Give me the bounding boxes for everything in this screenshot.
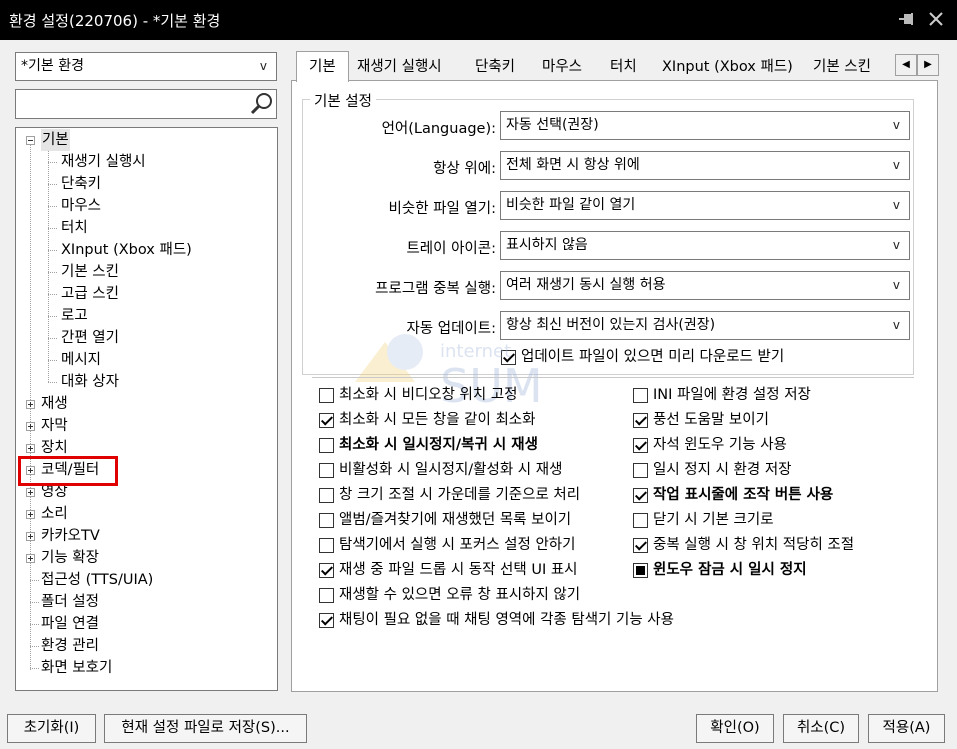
tab-touch[interactable]: 터치	[610, 54, 637, 81]
title-bar: 환경 설정(220706) - *기본 환경	[0, 0, 957, 40]
save-settings-file-button[interactable]: 현재 설정 파일로 저장(S)...	[104, 714, 307, 743]
group-title: 기본 설정	[310, 90, 376, 111]
tab-xinput[interactable]: XInput (Xbox 패드)	[662, 54, 793, 81]
divider	[312, 377, 914, 378]
tree-item[interactable]: 마우스	[61, 195, 101, 217]
tree-item[interactable]: XInput (Xbox 패드)	[61, 239, 192, 261]
chevron-down-icon: v	[259, 59, 267, 73]
checkbox-unchecked	[319, 488, 334, 503]
ok-button[interactable]: 확인(O)	[696, 714, 774, 743]
tree-item[interactable]: 기능 확장	[41, 547, 99, 569]
checkbox-unchecked	[319, 388, 334, 403]
chevron-down-icon: v	[892, 238, 900, 252]
checkbox-checked	[319, 413, 334, 428]
chevron-down-icon: v	[892, 318, 900, 332]
tree-item[interactable]: 대화 상자	[61, 371, 119, 393]
checkbox-unchecked	[319, 588, 334, 603]
window-title: 환경 설정(220706) - *기본 환경	[9, 12, 221, 30]
checkbox-checked	[633, 538, 648, 553]
expand-icon[interactable]	[26, 422, 35, 431]
tab-player-startup[interactable]: 재생기 실행시	[357, 54, 442, 81]
tree-item[interactable]: 간편 열기	[61, 327, 119, 349]
tree-item[interactable]: 폴더 설정	[41, 591, 99, 613]
expand-icon[interactable]	[26, 554, 35, 563]
similar-files-label: 비슷한 파일 열기:	[388, 201, 496, 217]
tree-item[interactable]: 기본	[41, 129, 70, 151]
tray-icon-select[interactable]: 표시하지 않음 v	[500, 231, 910, 260]
tab-bar: 기본 재생기 실행시 단축키 마우스 터치 XInput (Xbox 패드) 기…	[291, 51, 940, 82]
tab-shortcuts[interactable]: 단축키	[475, 54, 515, 81]
tree-item[interactable]: 메시지	[61, 349, 101, 371]
search-box	[15, 89, 277, 119]
language-select[interactable]: 자동 선택(권장) v	[500, 111, 910, 140]
reset-button[interactable]: 초기화(I)	[7, 714, 96, 743]
expand-icon[interactable]	[26, 488, 35, 497]
checkbox-checked	[633, 413, 648, 428]
language-label: 언어(Language):	[381, 121, 496, 137]
tree-item[interactable]: 파일 연결	[41, 613, 99, 635]
auto-update-label: 자동 업데이트:	[406, 321, 496, 337]
chevron-down-icon: v	[892, 198, 900, 212]
tree-item[interactable]: 자막	[41, 415, 68, 437]
tray-icon-label: 트레이 아이콘:	[406, 241, 496, 257]
checkbox-unchecked	[633, 388, 648, 403]
checkbox-unchecked	[633, 463, 648, 478]
tree-item[interactable]: 접근성 (TTS/UIA)	[41, 569, 153, 591]
cancel-button[interactable]: 취소(C)	[783, 714, 859, 743]
similar-files-select[interactable]: 비슷한 파일 같이 열기 v	[500, 191, 910, 220]
collapse-icon[interactable]	[26, 136, 35, 145]
preset-select-value: *기본 환경	[21, 58, 84, 74]
tree-item[interactable]: 기본 스킨	[61, 261, 119, 283]
checkbox-unchecked	[319, 538, 334, 553]
tree-item[interactable]: 소리	[41, 503, 68, 525]
tree-item[interactable]: 로고	[61, 305, 88, 327]
tab-basic-skin[interactable]: 기본 스킨	[813, 54, 871, 81]
apply-button[interactable]: 적용(A)	[868, 714, 945, 743]
tab-basic[interactable]: 기본	[296, 51, 349, 82]
highlight-box	[18, 456, 118, 486]
checkbox-unchecked	[319, 463, 334, 478]
checkbox-checked	[319, 613, 334, 628]
multi-instance-label: 프로그램 중복 실행:	[375, 281, 496, 297]
checkbox-checked	[501, 350, 516, 365]
auto-update-select[interactable]: 항상 최신 버전이 있는지 검사(권장) v	[500, 311, 910, 340]
pin-icon[interactable]	[897, 9, 917, 29]
always-on-top-label: 항상 위에:	[433, 161, 496, 177]
tree-item[interactable]: 고급 스킨	[61, 283, 119, 305]
tab-mouse[interactable]: 마우스	[542, 54, 582, 81]
tab-scroll-right-icon[interactable]: ▶	[917, 54, 939, 76]
tree-item[interactable]: 재생	[41, 393, 68, 415]
search-input[interactable]	[20, 93, 240, 115]
checkbox-checked	[319, 563, 334, 578]
tree-item[interactable]: 터치	[61, 217, 88, 239]
expand-icon[interactable]	[26, 444, 35, 453]
multi-instance-select[interactable]: 여러 재생기 동시 실행 허용 v	[500, 271, 910, 300]
tree-item[interactable]: 카카오TV	[41, 525, 100, 547]
expand-icon[interactable]	[26, 532, 35, 541]
tree-item[interactable]: 환경 관리	[41, 635, 99, 657]
expand-icon[interactable]	[26, 510, 35, 519]
close-icon[interactable]	[926, 9, 946, 29]
checkbox-checked	[633, 488, 648, 503]
tab-scroll-left-icon[interactable]: ◀	[895, 54, 917, 76]
chevron-down-icon: v	[892, 278, 900, 292]
chevron-down-icon: v	[892, 158, 900, 172]
checkbox-indeterminate	[633, 563, 648, 578]
search-icon[interactable]	[250, 92, 274, 116]
checkbox-unchecked	[633, 513, 648, 528]
expand-icon[interactable]	[26, 400, 35, 409]
always-on-top-select[interactable]: 전체 화면 시 항상 위에 v	[500, 151, 910, 180]
checkbox-checked	[633, 438, 648, 453]
checkbox-unchecked	[319, 438, 334, 453]
chevron-down-icon: v	[892, 118, 900, 132]
checkbox-unchecked	[319, 513, 334, 528]
tree-item[interactable]: 재생기 실행시	[61, 151, 146, 173]
tree-item[interactable]: 단축키	[61, 173, 101, 195]
tree-item[interactable]: 화면 보호기	[41, 657, 112, 679]
preset-select[interactable]: *기본 환경 v	[15, 52, 277, 81]
